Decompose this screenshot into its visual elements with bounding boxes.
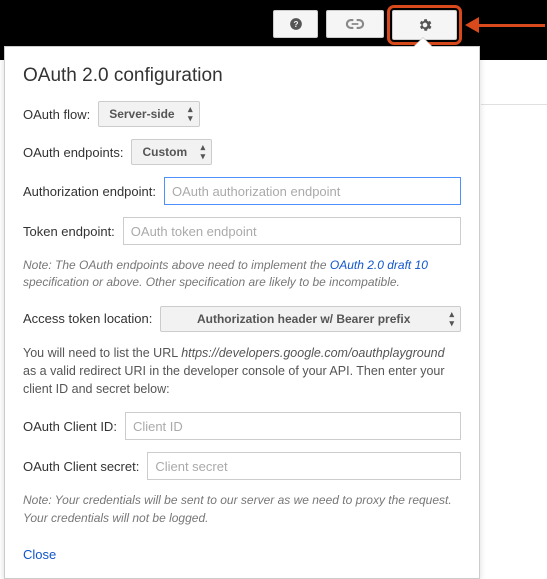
panel-title: OAuth 2.0 configuration	[23, 65, 461, 87]
oauth-endpoints-label: OAuth endpoints:	[23, 145, 123, 160]
oauth-endpoints-select[interactable]: Custom ▴▾	[131, 139, 212, 165]
oauth-draft-link[interactable]: OAuth 2.0 draft 10	[330, 258, 428, 272]
link-icon	[345, 18, 365, 30]
redirect-uri-info: You will need to list the URL https://de…	[23, 344, 461, 398]
chevron-updown-icon: ▴▾	[449, 310, 454, 328]
endpoints-note: Note: The OAuth endpoints above need to …	[23, 257, 461, 292]
token-endpoint-label: Token endpoint:	[23, 224, 115, 239]
oauth-config-panel: OAuth 2.0 configuration OAuth flow: Serv…	[4, 46, 480, 579]
authorization-endpoint-label: Authorization endpoint:	[23, 184, 156, 199]
access-token-location-select[interactable]: Authorization header w/ Bearer prefix ▴▾	[160, 306, 461, 332]
help-icon: ?	[289, 17, 303, 31]
client-secret-input[interactable]	[147, 452, 461, 480]
annotation-arrow	[465, 22, 545, 28]
panel-pointer	[413, 37, 433, 47]
client-id-label: OAuth Client ID:	[23, 419, 117, 434]
token-endpoint-input[interactable]	[123, 217, 461, 245]
info-text: as a valid redirect URI in the developer…	[23, 364, 445, 396]
topbar-buttons: ?	[273, 10, 457, 40]
oauth-flow-label: OAuth flow:	[23, 107, 90, 122]
settings-button[interactable]	[392, 10, 457, 40]
access-token-location-value: Authorization header w/ Bearer prefix	[197, 312, 410, 326]
client-id-input[interactable]	[125, 412, 461, 440]
chevron-updown-icon: ▴▾	[188, 105, 193, 123]
close-link[interactable]: Close	[23, 547, 56, 562]
svg-text:?: ?	[293, 20, 298, 29]
oauth-flow-select[interactable]: Server-side ▴▾	[98, 101, 199, 127]
oauth-flow-value: Server-side	[109, 107, 174, 121]
help-button[interactable]: ?	[273, 10, 318, 38]
info-text: You will need to list the URL	[23, 346, 181, 360]
credentials-note: Note: Your credentials will be sent to o…	[23, 492, 461, 527]
link-button[interactable]	[326, 10, 384, 38]
redirect-url: https://developers.google.com/oauthplayg…	[181, 346, 444, 360]
oauth-endpoints-value: Custom	[142, 145, 187, 159]
gear-icon	[417, 17, 433, 33]
note-text: specification or above. Other specificat…	[23, 275, 400, 289]
authorization-endpoint-input[interactable]	[164, 177, 461, 205]
client-secret-label: OAuth Client secret:	[23, 459, 139, 474]
divider	[481, 104, 547, 105]
access-token-location-label: Access token location:	[23, 311, 152, 326]
note-text: Note: The OAuth endpoints above need to …	[23, 258, 330, 272]
chevron-updown-icon: ▴▾	[201, 143, 206, 161]
